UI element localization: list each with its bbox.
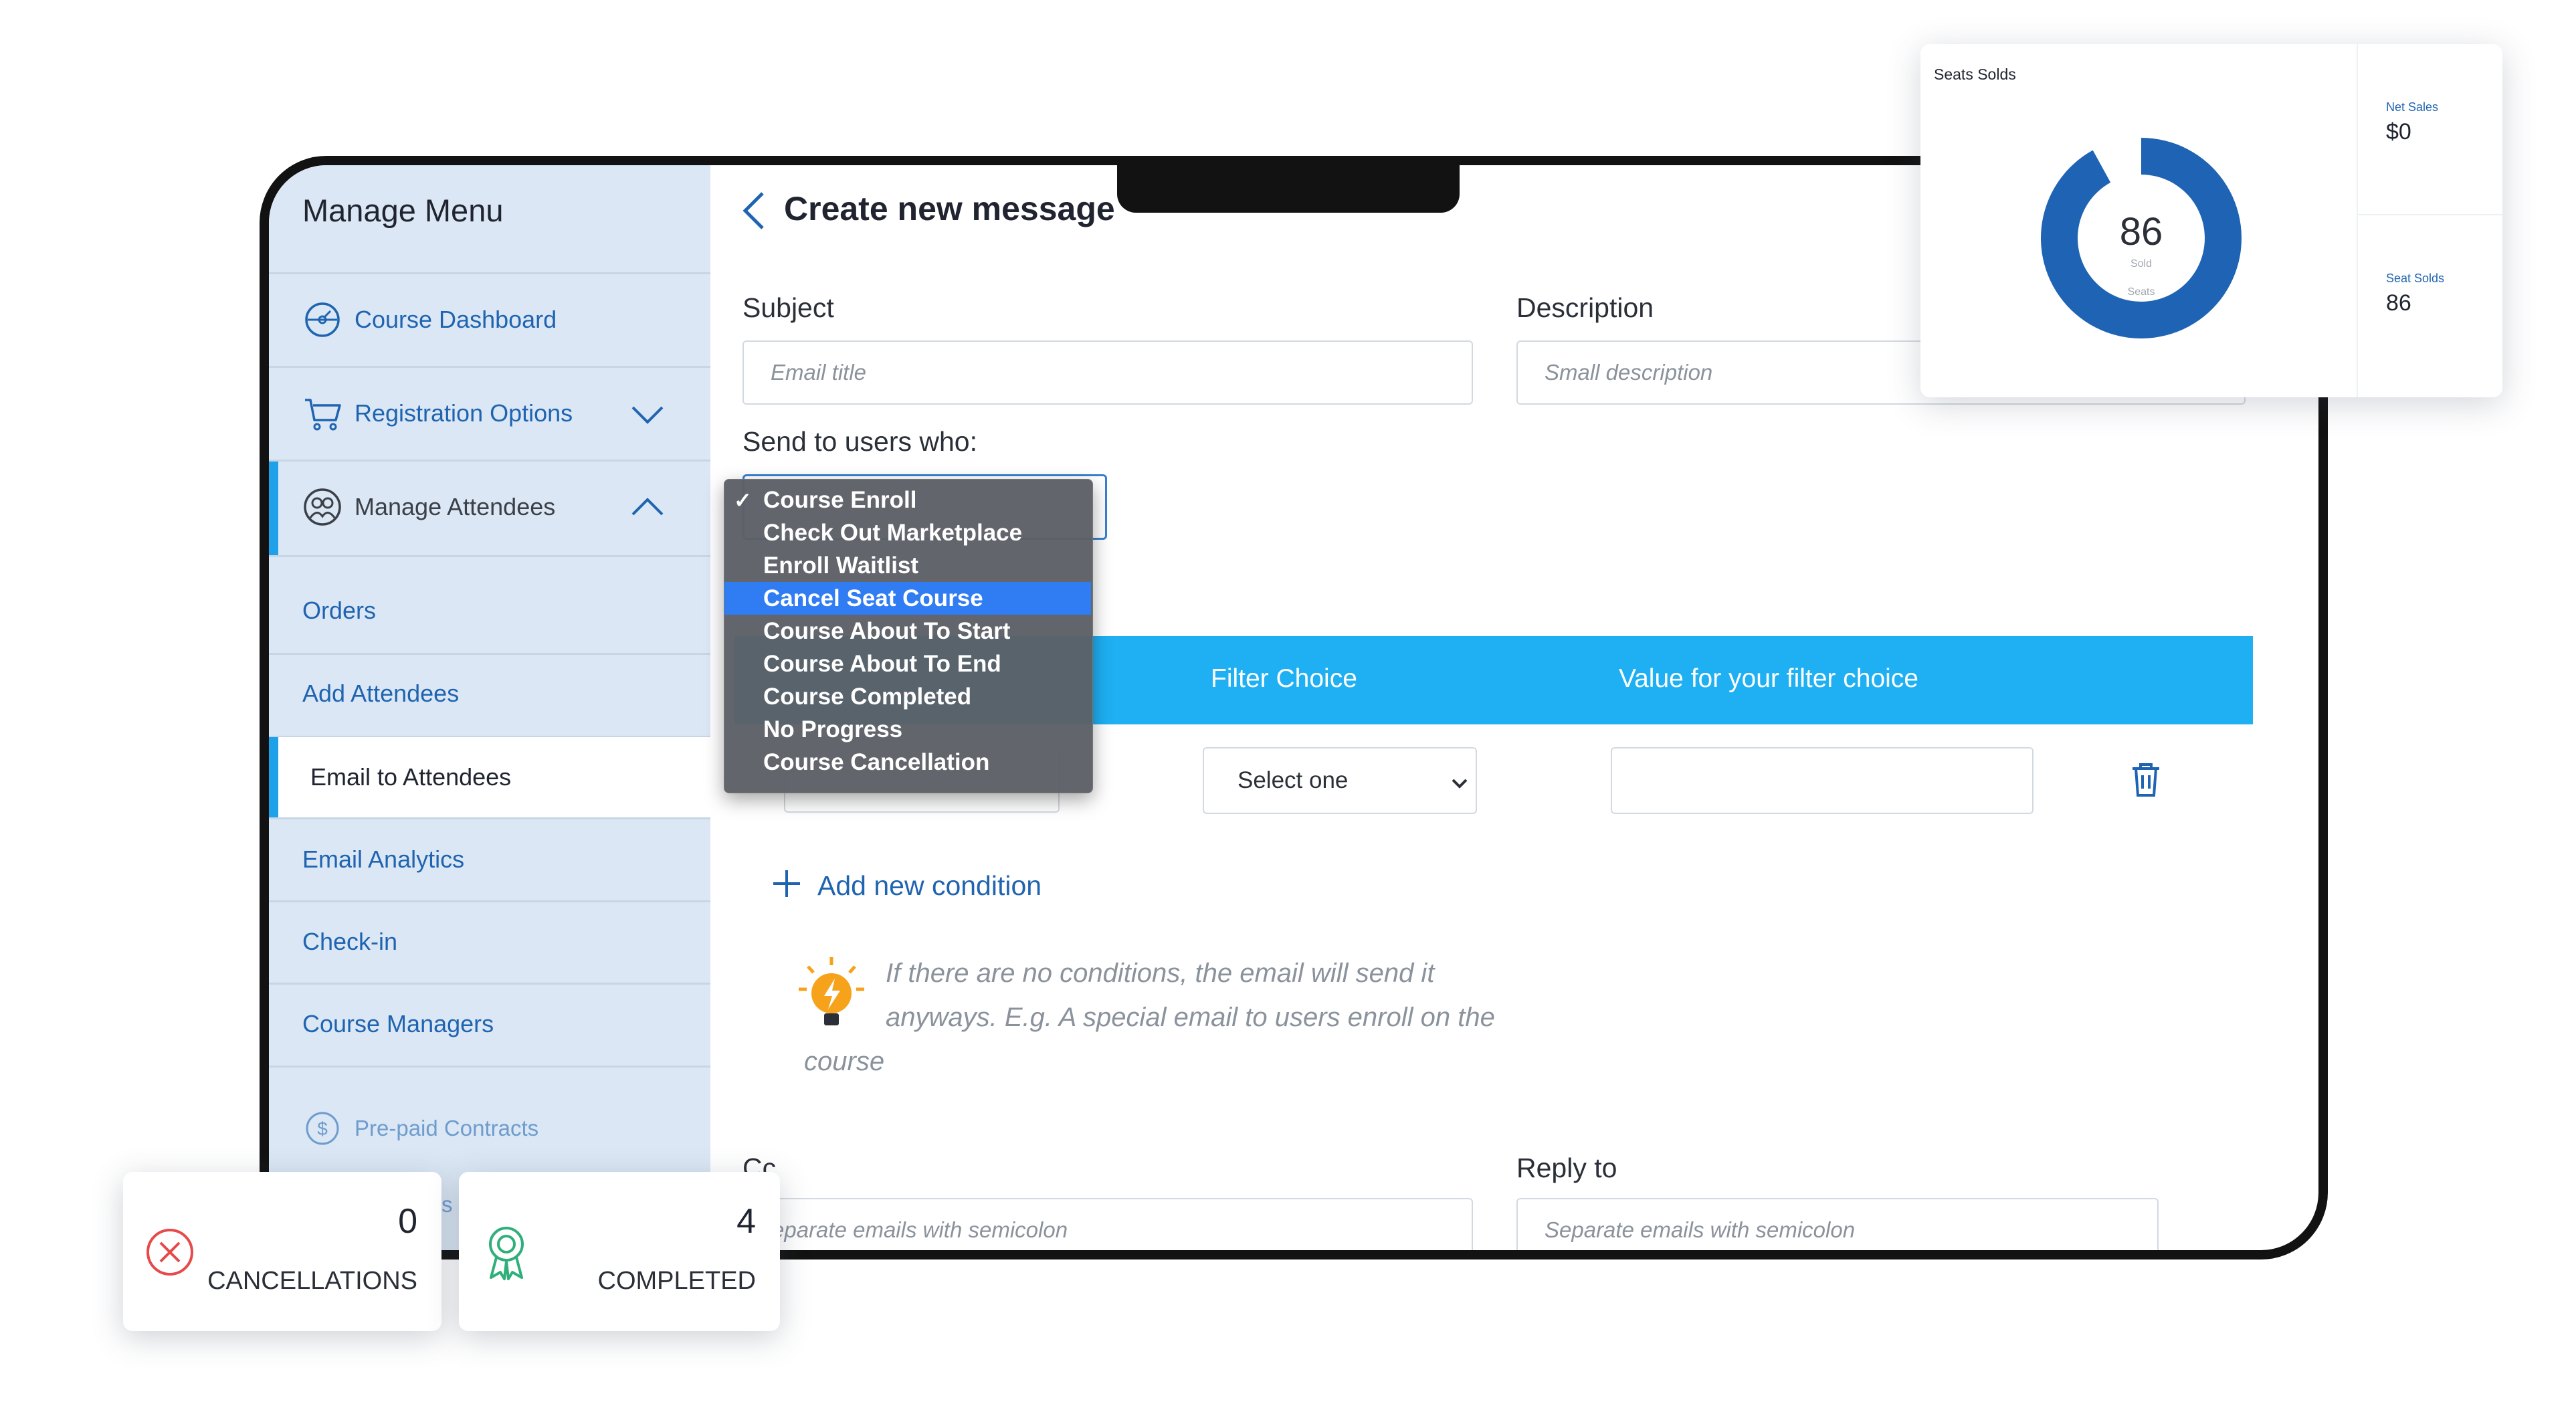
seat-solds-value: 86 <box>2386 290 2411 316</box>
dropdown-option[interactable]: Check Out Marketplace <box>724 516 1091 549</box>
sidebar-item-label: Pre-paid Contracts <box>355 1116 539 1140</box>
seats-chart-card: Seats Solds Net Sales $0 Seat Solds 86 8… <box>1920 44 2502 397</box>
subject-label: Subject <box>742 292 834 323</box>
add-condition-link[interactable]: Add new condition <box>817 870 1042 902</box>
back-chevron-icon[interactable] <box>738 189 768 235</box>
sidebar: Manage Menu Course Dashboard Registratio… <box>269 165 710 1250</box>
lightbulb-icon <box>795 954 868 1038</box>
svg-text:$: $ <box>317 1118 328 1139</box>
sidebar-item-label: Registration Options <box>355 399 573 427</box>
sidebar-subitem-email-analytics[interactable]: Email Analytics <box>269 819 710 900</box>
chevron-up-icon[interactable] <box>630 490 665 525</box>
dropdown-option[interactable]: Course Completed <box>724 680 1091 713</box>
attendees-icon <box>302 487 342 527</box>
filter-value-input[interactable] <box>1611 747 2034 814</box>
filter-choice-value: Select one <box>1237 767 1349 793</box>
sidebar-partial-label: s <box>441 1192 453 1217</box>
dollar-circle-icon: $ <box>302 1108 342 1148</box>
sidebar-item-label: Manage Attendees <box>355 493 556 520</box>
net-sales-label: Net Sales <box>2386 100 2439 114</box>
hint-line-2: anyways. E.g. A special email to users e… <box>886 1003 1495 1032</box>
dropdown-option[interactable]: Course Cancellation <box>724 746 1091 779</box>
cart-icon <box>302 393 342 433</box>
donut-center-sub2: Seats <box>2128 286 2155 298</box>
hint-line-3: course <box>804 1047 885 1076</box>
cc-input[interactable]: Separate emails with semicolon <box>742 1198 1473 1250</box>
donut-center-sub1: Sold <box>2131 258 2152 270</box>
donut-chart: 86 Sold Seats <box>2041 138 2242 338</box>
divider <box>269 366 710 368</box>
cancellations-label: CANCELLATIONS <box>207 1267 417 1295</box>
plus-icon[interactable] <box>771 868 803 903</box>
trash-icon[interactable] <box>2128 761 2163 803</box>
net-sales-value: $0 <box>2386 119 2411 144</box>
subject-input[interactable]: Email title <box>742 340 1473 405</box>
dropdown-option[interactable]: Enroll Waitlist <box>724 549 1091 582</box>
award-ribbon-icon <box>483 1224 530 1285</box>
cancellations-value: 0 <box>398 1202 417 1241</box>
sidebar-subitem-email-to-attendees[interactable]: Email to Attendees <box>269 737 710 817</box>
send-to-dropdown-menu[interactable]: ✓ Course Enroll Check Out Marketplace En… <box>724 479 1093 793</box>
cancellations-card: 0 CANCELLATIONS <box>123 1172 441 1331</box>
dropdown-option[interactable]: Course About To End <box>724 647 1091 680</box>
completed-label: COMPLETED <box>597 1267 756 1295</box>
check-icon: ✓ <box>734 488 752 512</box>
page-title: Create new message <box>784 190 1115 227</box>
chevron-down-icon[interactable] <box>630 397 665 431</box>
sidebar-subitem-orders[interactable]: Orders <box>269 571 710 651</box>
device-notch <box>1117 161 1460 213</box>
reply-to-input[interactable]: Separate emails with semicolon <box>1516 1198 2159 1250</box>
divider <box>2357 44 2358 397</box>
send-to-label: Send to users who: <box>742 426 977 457</box>
completed-value: 4 <box>736 1202 756 1241</box>
divider <box>2358 214 2502 215</box>
x-circle-icon <box>144 1227 195 1281</box>
sidebar-subitem-check-in[interactable]: Check-in <box>269 902 710 982</box>
dropdown-option[interactable]: No Progress <box>724 713 1091 746</box>
dashboard-gauge-icon <box>302 300 342 340</box>
dropdown-option-label: Course Enroll <box>763 486 917 513</box>
sidebar-title: Manage Menu <box>302 193 504 228</box>
sidebar-subitem-add-attendees[interactable]: Add Attendees <box>269 653 710 734</box>
filter-value-header: Value for your filter choice <box>1619 664 1918 693</box>
chevron-down-icon <box>1450 773 1469 799</box>
sidebar-item-prepaid-contracts[interactable]: $ Pre-paid Contracts <box>269 1088 710 1169</box>
sidebar-subitem-course-managers[interactable]: Course Managers <box>269 984 710 1064</box>
sidebar-item-label: Course Dashboard <box>355 306 557 333</box>
hint-line-1: If there are no conditions, the email wi… <box>886 959 1435 988</box>
donut-center-value: 86 <box>2120 210 2163 254</box>
divider <box>269 555 710 557</box>
description-label: Description <box>1516 292 1654 323</box>
dropdown-option[interactable]: ✓ Course Enroll <box>724 484 1091 516</box>
divider <box>269 1066 710 1068</box>
chart-title: Seats Solds <box>1934 66 2016 83</box>
completed-card: 4 COMPLETED <box>459 1172 780 1331</box>
filter-choice-header: Filter Choice <box>1211 664 1357 693</box>
seat-solds-label: Seat Solds <box>2386 272 2445 285</box>
filter-choice-select[interactable]: Select one <box>1203 747 1477 814</box>
reply-to-label: Reply to <box>1516 1152 1617 1183</box>
dropdown-option[interactable]: Course About To Start <box>724 615 1091 647</box>
sidebar-item-manage-attendees[interactable]: Manage Attendees <box>269 464 710 550</box>
divider <box>269 460 710 462</box>
sidebar-item-registration-options[interactable]: Registration Options <box>269 370 710 457</box>
dropdown-option-highlighted[interactable]: Cancel Seat Course <box>724 582 1091 615</box>
divider <box>269 272 710 274</box>
sidebar-item-course-dashboard[interactable]: Course Dashboard <box>269 276 710 363</box>
